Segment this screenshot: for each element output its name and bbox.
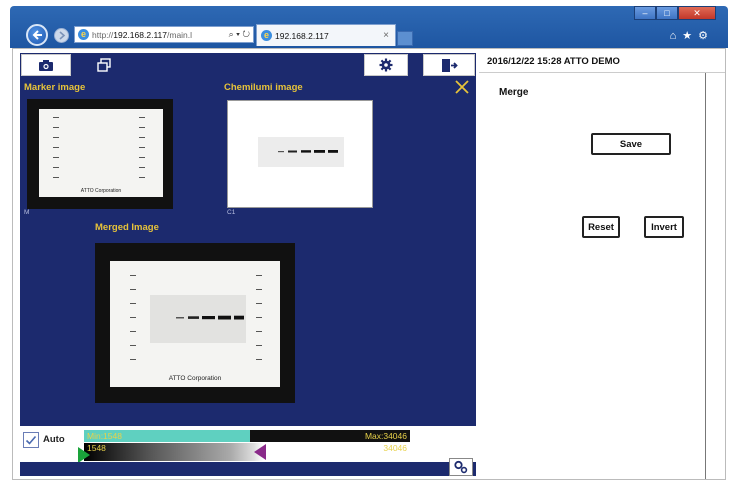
forward-button[interactable] — [54, 28, 69, 43]
merged-image-label: Merged Image — [95, 222, 159, 233]
merged-blot-area — [150, 295, 246, 343]
minimize-button[interactable]: – — [634, 6, 656, 20]
merged-corp-text: ATTO Corporation — [168, 375, 222, 382]
image-settings-button[interactable] — [449, 458, 473, 476]
settings-tab[interactable] — [364, 54, 408, 76]
auto-checkbox[interactable] — [23, 432, 39, 448]
reset-button[interactable]: Reset — [582, 216, 620, 238]
maximize-button[interactable]: □ — [656, 6, 678, 20]
low-slider-handle[interactable] — [78, 447, 90, 463]
forward-arrow-icon — [59, 31, 66, 40]
tab-ie-icon: e — [261, 30, 272, 41]
ie-page-icon: e — [78, 29, 89, 40]
chemilumi-channel-code: C1 — [227, 209, 236, 216]
intensity-controls: Auto Min:1548 Max:34046 1548 34046 — [20, 426, 476, 463]
chemilumi-image-label: Chemilumi image — [224, 82, 303, 93]
app-window: Marker image Chemilumi image ATTO Corpor… — [12, 48, 726, 480]
tab-close-icon[interactable]: × — [383, 30, 389, 41]
marker-image-label: Marker image — [24, 82, 86, 93]
chemilumi-blot — [258, 137, 344, 167]
marker-gel: ATTO Corporation — [39, 109, 163, 197]
browser-toolbar-icons[interactable]: ⌂★⚙ — [670, 29, 714, 42]
window-controls: – □ ✕ — [634, 6, 716, 20]
address-bar[interactable]: e http://192.168.2.117/main.l ⌕ ▾ ↻ — [74, 26, 254, 43]
high-value: 34046 — [383, 443, 407, 453]
camera-tab[interactable] — [21, 54, 71, 76]
marker-ladder-right — [139, 117, 145, 187]
marker-image[interactable]: ATTO Corporation — [27, 99, 173, 209]
mode-label: Merge — [499, 87, 529, 98]
url-host: 192.168.2.117 — [113, 29, 167, 40]
chemilumi-image[interactable] — [227, 100, 373, 208]
url-suffix: /main.l — [167, 29, 193, 40]
panel-footer — [20, 458, 476, 476]
auto-label: Auto — [43, 434, 65, 445]
high-slider-handle[interactable] — [254, 444, 266, 460]
gear-icon — [379, 58, 393, 72]
merged-gel: ATTO Corporation — [110, 261, 280, 387]
new-tab-button[interactable] — [397, 31, 413, 46]
back-button[interactable] — [26, 24, 48, 46]
checkmark-icon — [25, 435, 37, 445]
marker-channel-code: M — [24, 209, 30, 216]
session-header: 2016/12/22 15:28 ATTO DEMO — [479, 49, 725, 73]
windows-icon — [97, 58, 111, 72]
max-value-label: Max:34046 — [364, 431, 407, 441]
marker-corp-text: ATTO Corporation — [80, 188, 122, 194]
marker-ladder-left — [53, 117, 59, 187]
browser-chrome: – □ ✕ e http://192.168.2.117/main.l ⌕ ▾ … — [10, 6, 728, 48]
contrast-gradient-slider[interactable]: 1548 34046 — [78, 443, 410, 463]
browser-tab[interactable]: e 192.168.2.117 × — [256, 24, 396, 46]
back-arrow-icon — [32, 30, 42, 40]
url-prefix: http:// — [92, 29, 114, 40]
save-button[interactable]: Save — [591, 133, 671, 155]
address-controls[interactable]: ⌕ ▾ ↻ — [229, 29, 253, 40]
control-panel: 2016/12/22 15:28 ATTO DEMO Merge Save Re… — [479, 49, 725, 479]
merged-image[interactable]: ATTO Corporation — [95, 243, 295, 403]
image-panel: Marker image Chemilumi image ATTO Corpor… — [20, 53, 476, 476]
camera-icon — [39, 59, 53, 71]
window-close-button[interactable]: ✕ — [678, 6, 716, 20]
exit-door-icon — [442, 58, 458, 72]
merged-ladder-left — [130, 275, 136, 369]
min-max-range-bar[interactable]: Min:1548 Max:34046 — [84, 430, 410, 442]
invert-button[interactable]: Invert — [644, 216, 684, 238]
multi-window-tab[interactable] — [78, 54, 130, 76]
exit-tab[interactable] — [423, 54, 475, 76]
tab-title: 192.168.2.117 — [275, 30, 329, 41]
panel-divider — [705, 73, 706, 479]
settings-gears-icon — [454, 460, 468, 474]
merged-ladder-right — [256, 275, 262, 369]
close-icon[interactable] — [454, 79, 470, 95]
min-value-label: Min:1548 — [87, 431, 122, 441]
